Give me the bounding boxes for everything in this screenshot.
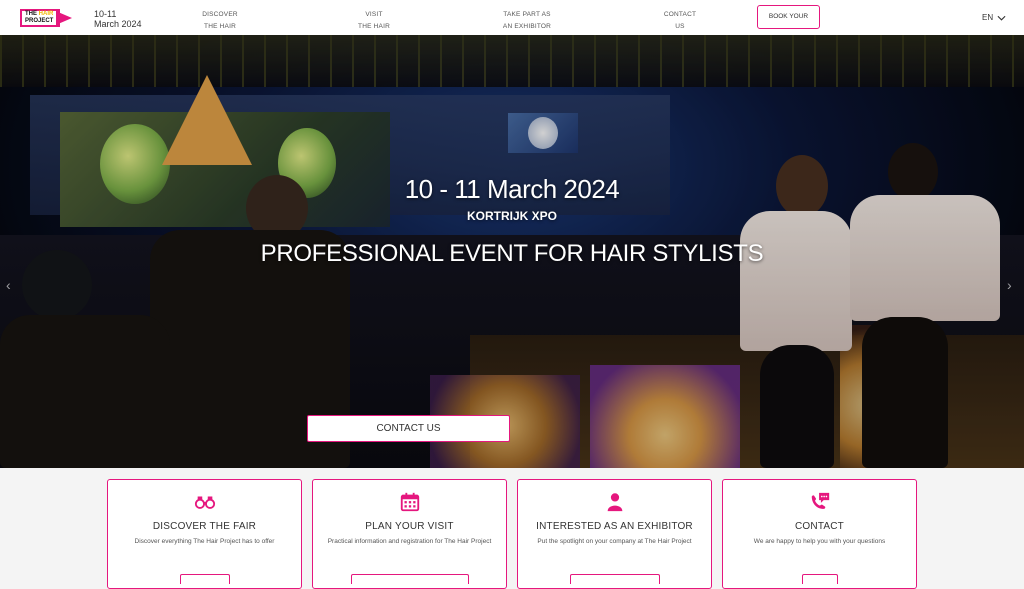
card-discover[interactable]: DISCOVER THE FAIR Discover everything Th… — [107, 479, 302, 589]
chevron-right-icon[interactable]: › — [1007, 277, 1012, 293]
card-contact-desc: We are happy to help you with your quest… — [753, 538, 886, 545]
nav-contact[interactable]: CONTACT US — [660, 9, 700, 33]
card-discover-desc: Discover everything The Hair Project has… — [134, 538, 275, 545]
language-selector[interactable]: EN — [982, 13, 1006, 22]
feature-cards: DISCOVER THE FAIR Discover everything Th… — [0, 468, 1024, 589]
card-plan-visit-desc: Practical information and registration f… — [327, 538, 492, 545]
hero-contact-button[interactable]: CONTACT US — [307, 415, 510, 442]
card-contact[interactable]: CONTACT We are happy to help you with yo… — [722, 479, 917, 589]
chat-phone-icon — [811, 492, 829, 509]
nav-contact-line2: US — [675, 23, 685, 30]
header-event-date: 10-11 March 2024 — [94, 9, 142, 29]
logo-triangle — [58, 12, 72, 24]
logo-word-project: PROJECT — [25, 18, 54, 24]
hero-venue: KORTRIJK XPO — [466, 209, 557, 223]
nav-visit-line1: VISIT — [365, 11, 383, 18]
nav-exhibitor-line1: TAKE PART AS — [503, 11, 551, 18]
chevron-down-icon — [997, 15, 1006, 21]
the-hair-project-logo[interactable]: THE HAIR PROJECT — [20, 9, 72, 27]
binoculars-icon — [194, 496, 215, 509]
nav-exhibitor-line2: AN EXHIBITOR — [502, 23, 552, 30]
book-your-booth-button[interactable]: BOOK YOUR BOOTH — [757, 5, 820, 42]
site-header: THE HAIR PROJECT 10-11 March 2024 DISCOV… — [0, 0, 1024, 42]
card-exhibitor[interactable]: INTERESTED AS AN EXHIBITOR Put the spotl… — [517, 479, 712, 589]
card-plan-visit-title: PLAN YOUR VISIT — [365, 521, 454, 532]
hero-subtitle: PROFESSIONAL EVENT FOR HAIR STYLISTS — [260, 240, 764, 267]
header-date-month: March 2024 — [94, 19, 142, 29]
nav-exhibitor[interactable]: TAKE PART AS AN EXHIBITOR — [498, 9, 556, 33]
card-discover-title: DISCOVER THE FAIR — [152, 521, 257, 532]
card-exhibitor-title: INTERESTED AS AN EXHIBITOR — [536, 521, 693, 532]
person-icon — [607, 493, 622, 512]
card-exhibitor-desc: Put the spotlight on your company at The… — [537, 538, 692, 545]
nav-contact-line1: CONTACT — [663, 11, 697, 18]
header-date-days: 10-11 — [94, 9, 117, 19]
chevron-left-icon[interactable]: ‹ — [6, 277, 11, 293]
hero-banner: 10 - 11 March 2024 KORTRIJK XPO PROFESSI… — [0, 35, 1024, 468]
logo-word-hair: HAIR — [38, 11, 54, 17]
hero-date: 10 - 11 March 2024 — [404, 174, 620, 204]
logo-text: THE HAIR PROJECT — [25, 11, 53, 25]
card-contact-title: CONTACT — [795, 521, 844, 532]
card-plan-visit[interactable]: PLAN YOUR VISIT Practical information an… — [312, 479, 507, 589]
calendar-icon — [400, 492, 419, 512]
nav-discover-line1: DISCOVER — [202, 11, 238, 18]
logo-word-the: THE — [25, 11, 39, 17]
language-label: EN — [982, 13, 994, 22]
